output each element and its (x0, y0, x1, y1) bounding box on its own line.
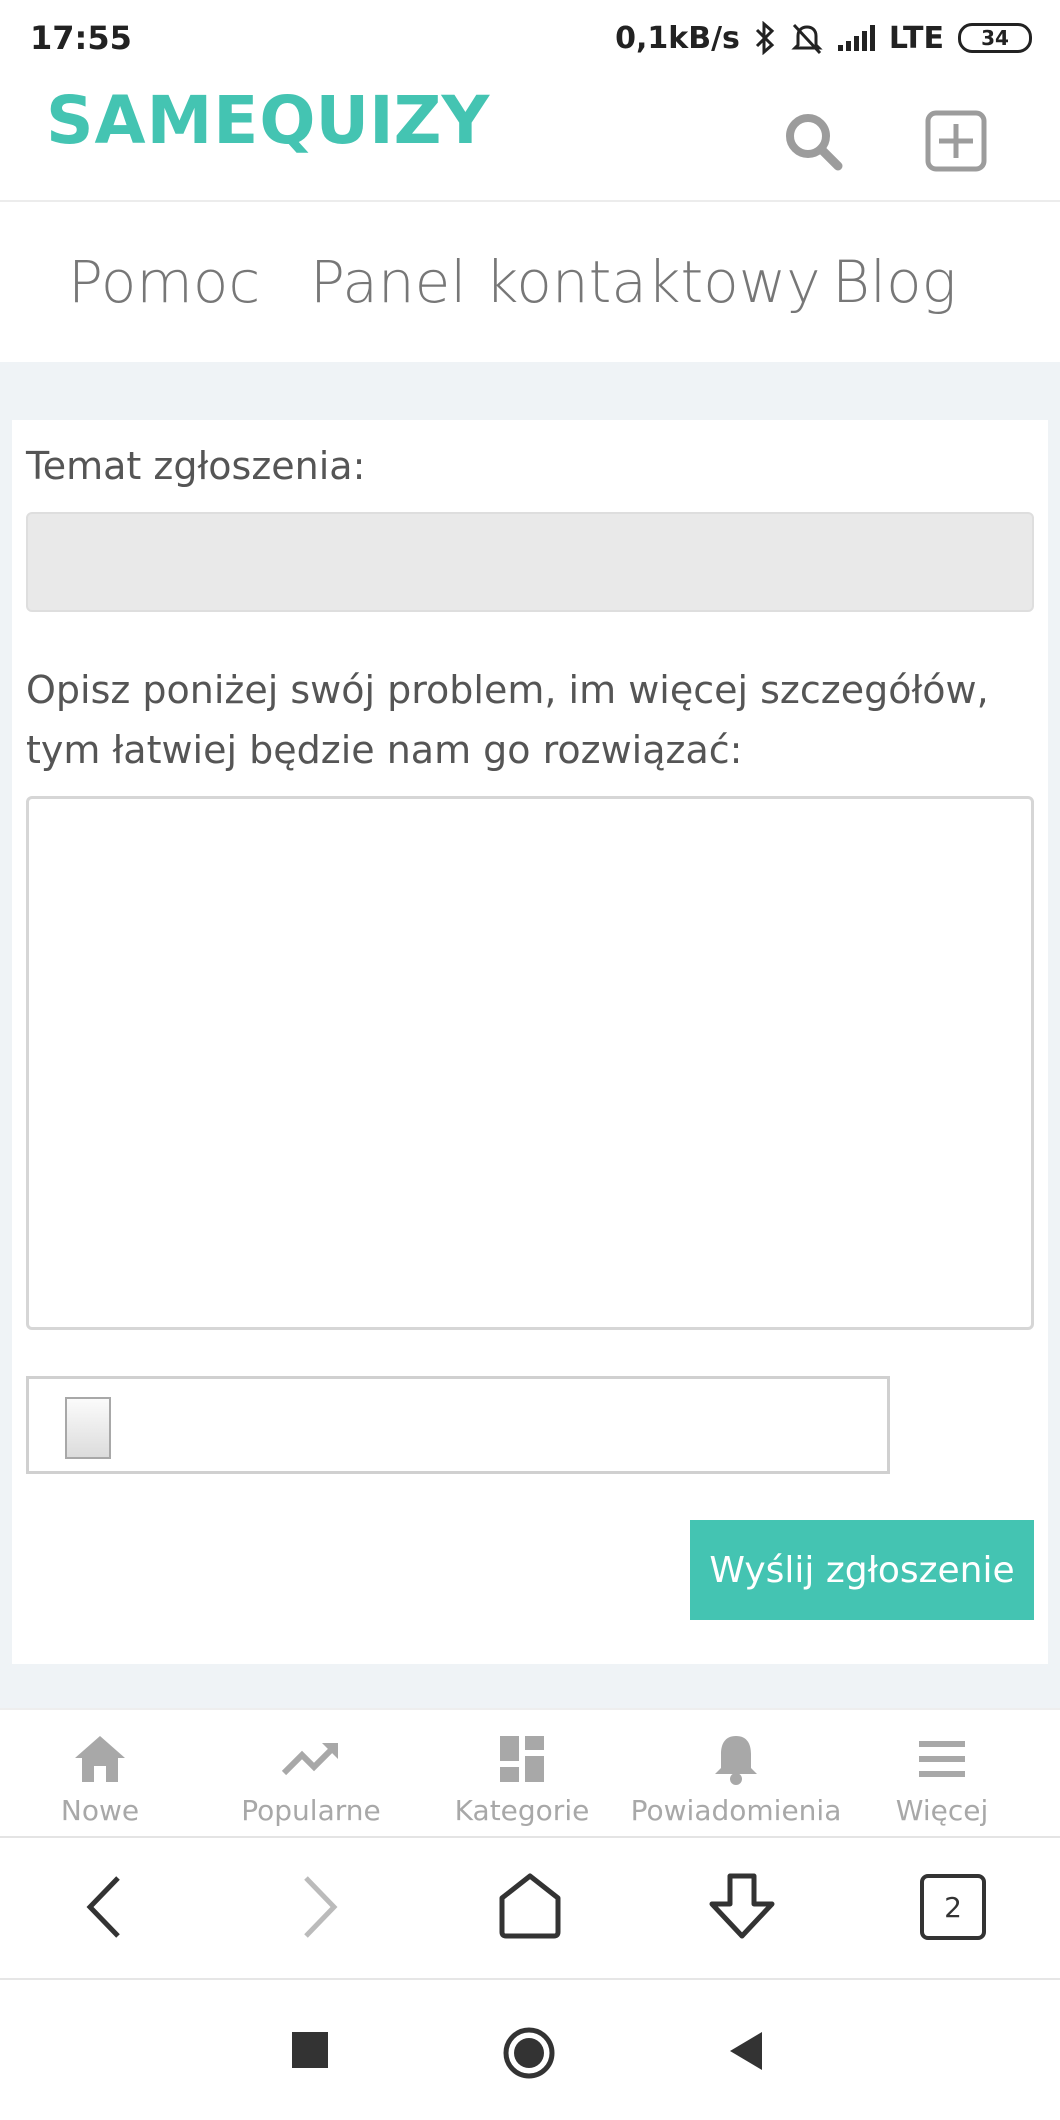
nav-link-panel-kontaktowy[interactable]: Panel kontaktowy (310, 248, 821, 316)
plus-square-icon[interactable] (924, 110, 988, 172)
trending-icon (281, 1743, 338, 1776)
network-speed: 0,1kB/s (615, 20, 740, 56)
battery-icon: 34 (958, 23, 1032, 53)
tab-label: Kategorie (454, 1794, 590, 1827)
signal-icon (837, 25, 875, 51)
tabs-count: 2 (944, 1890, 962, 1924)
description-textarea[interactable] (26, 796, 1034, 1330)
status-right: 0,1kB/s LTE 34 (615, 21, 1032, 56)
subject-input[interactable] (26, 512, 1034, 612)
search-icon[interactable] (782, 110, 844, 172)
tab-wiecej[interactable]: Więcej (880, 1710, 1004, 1838)
muted-bell-icon (791, 23, 823, 55)
home-outline-icon[interactable] (494, 1870, 566, 1942)
grid-icon (500, 1736, 544, 1782)
top-nav: Pomoc Panel kontaktowy Blog (0, 204, 1060, 360)
nav-link-blog[interactable]: Blog (832, 248, 956, 316)
download-icon[interactable] (704, 1870, 780, 1944)
browser-toolbar: 2 (0, 1840, 1060, 1980)
tab-powiadomienia[interactable]: Powiadomienia (628, 1710, 844, 1838)
tabs-count-button[interactable]: 2 (920, 1874, 986, 1940)
status-time: 17:55 (30, 19, 132, 57)
bottom-tab-bar: Nowe Popularne Kategorie Powiadomienia W… (0, 1708, 1060, 1838)
back-triangle-icon[interactable] (726, 2028, 766, 2074)
nav-link-pomoc[interactable]: Pomoc (68, 248, 260, 316)
home-icon (75, 1736, 125, 1782)
site-header: SAMEQUIZY (0, 76, 1060, 202)
tab-kategorie[interactable]: Kategorie (446, 1710, 598, 1838)
tab-label: Powiadomienia (630, 1794, 842, 1827)
captcha-checkbox[interactable] (65, 1397, 111, 1459)
home-circle-icon[interactable] (502, 2026, 556, 2080)
forward-arrow-icon[interactable] (294, 1870, 344, 1944)
back-arrow-icon[interactable] (80, 1870, 130, 1944)
tab-label: Nowe (60, 1794, 140, 1827)
network-type: LTE (888, 20, 944, 56)
description-label-line2: tym łatwiej będzie nam go rozwiązać: (26, 728, 743, 772)
tab-nowe[interactable]: Nowe (40, 1710, 160, 1838)
tab-label: Więcej (895, 1794, 989, 1827)
captcha-widget (26, 1376, 890, 1474)
recents-square-icon[interactable] (292, 2032, 328, 2068)
subject-label: Temat zgłoszenia: (26, 444, 366, 488)
status-bar: 17:55 0,1kB/s LTE 34 (0, 0, 1060, 76)
tab-label: Popularne (241, 1794, 381, 1827)
tab-popularne[interactable]: Popularne (230, 1710, 392, 1838)
bell-icon (715, 1736, 757, 1785)
menu-icon (919, 1741, 965, 1777)
page: 17:55 0,1kB/s LTE 34 SAMEQUIZY Pomoc Pan… (0, 0, 1060, 2120)
android-navigation-bar (0, 1982, 1060, 2120)
submit-button[interactable]: Wyślij zgłoszenie (690, 1520, 1034, 1620)
description-label-line1: Opisz poniżej swój problem, im więcej sz… (26, 668, 989, 712)
battery-level: 34 (981, 26, 1009, 50)
samequizy-logo[interactable]: SAMEQUIZY (46, 82, 489, 159)
bluetooth-icon (755, 21, 775, 55)
